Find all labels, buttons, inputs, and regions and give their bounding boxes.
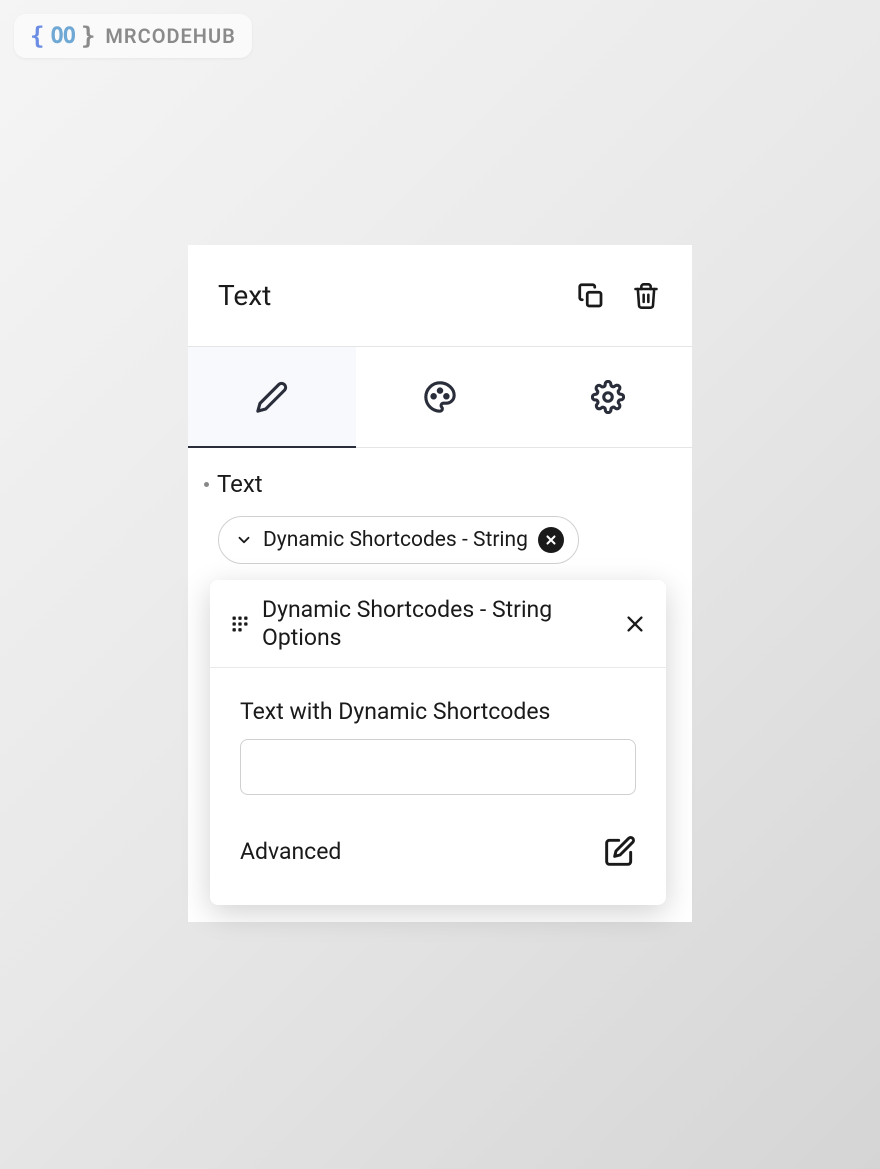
section-label-row: Text [204,470,662,498]
panel-header: Text [188,245,692,347]
section-text: Text Dynamic Shortcodes - String [188,448,692,564]
tab-content[interactable] [188,347,356,447]
popover-close-button[interactable] [624,613,646,635]
close-icon [624,613,646,635]
brace-left-icon: { [30,22,44,50]
watermark-text: MRCODEHUB [105,24,235,48]
copy-icon [576,281,606,311]
edit-button[interactable] [604,835,636,867]
delete-button[interactable] [632,281,660,311]
advanced-toggle[interactable]: Advanced [240,838,341,865]
trash-icon [632,281,660,311]
chip-remove-button[interactable] [538,527,564,553]
panel-title: Text [218,279,271,312]
field-label: Text with Dynamic Shortcodes [240,698,636,725]
bullet-icon [204,482,209,487]
duplicate-button[interactable] [576,281,606,311]
tab-style[interactable] [356,347,524,447]
pencil-icon [255,380,289,414]
gear-icon [591,380,625,414]
section-label: Text [217,470,263,498]
chevron-down-icon [235,531,253,549]
close-icon [544,533,558,547]
tab-advanced[interactable] [524,347,692,447]
panel-actions [576,281,660,311]
edit-icon [604,835,636,867]
logo-oo: OO [50,24,75,49]
grid-icon [230,614,250,634]
popover-body: Text with Dynamic Shortcodes [210,668,666,815]
popover-header: Dynamic Shortcodes - String Options [210,580,666,668]
palette-icon [423,380,457,414]
options-popover: Dynamic Shortcodes - String Options Text… [210,580,666,905]
shortcode-text-input[interactable] [240,739,636,795]
popover-title: Dynamic Shortcodes - String Options [262,596,612,651]
brace-right-icon: } [81,22,95,50]
dynamic-shortcode-chip[interactable]: Dynamic Shortcodes - String [218,516,579,564]
chip-label: Dynamic Shortcodes - String [263,528,528,552]
watermark-badge: { OO } MRCODEHUB [14,14,252,58]
tabs [188,347,692,448]
popover-footer: Advanced [210,815,666,905]
